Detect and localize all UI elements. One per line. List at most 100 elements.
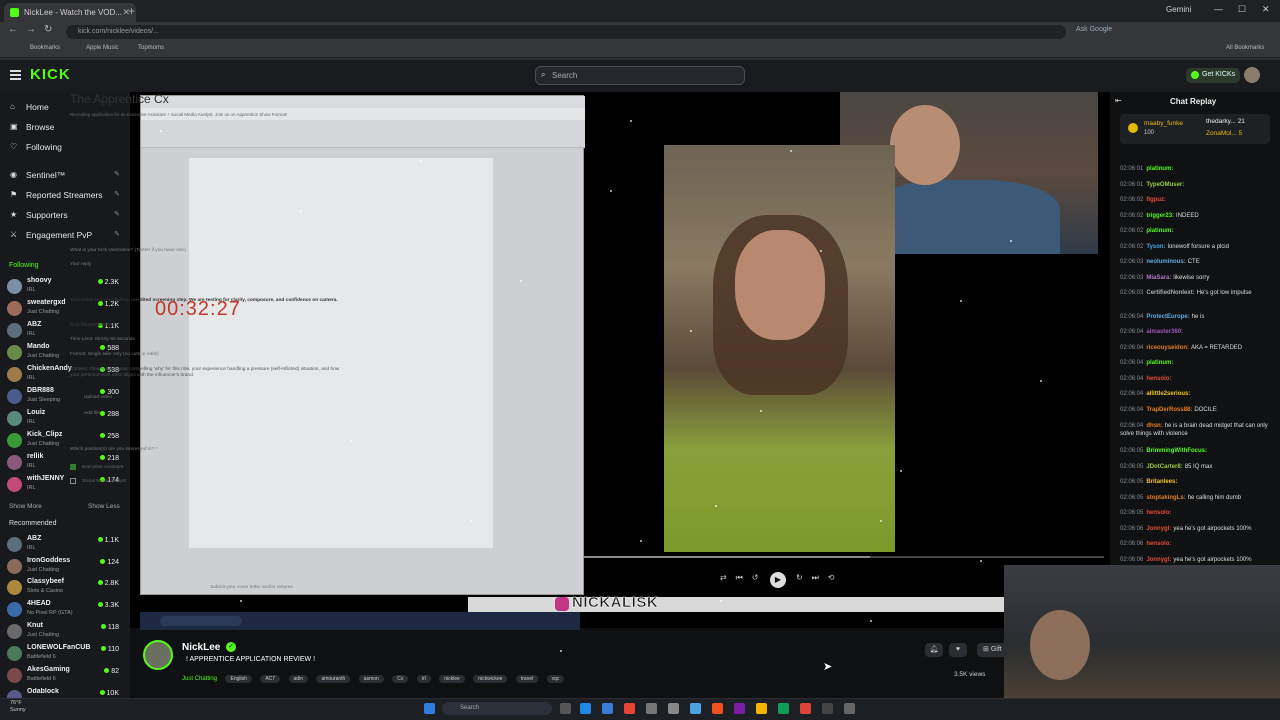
collapse-chat-icon[interactable]: ⇤	[1115, 96, 1122, 105]
tag[interactable]: adin	[288, 675, 308, 683]
follow-heart-button[interactable]: ♥	[949, 643, 967, 657]
chat-username[interactable]: stoptakingLs:	[1146, 495, 1185, 501]
previous-icon[interactable]: ⏮	[736, 573, 743, 582]
tag[interactable]: Cx	[392, 675, 409, 683]
sidebar-item-browse[interactable]: ▣ Browse	[10, 122, 54, 132]
recommended-channel[interactable]: LONEWOLFanCUB Battlefield 6 110	[7, 644, 123, 666]
recommended-channel[interactable]: Odablock 10K	[7, 688, 123, 698]
forward-icon[interactable]: ↻	[796, 573, 803, 582]
chat-username[interactable]: platinum:	[1146, 360, 1173, 366]
ask-google-button[interactable]: Ask Google	[1076, 26, 1112, 33]
chat-username[interactable]: figpuz:	[1146, 197, 1166, 203]
rewind-icon[interactable]: ↺	[752, 573, 759, 582]
close-window-icon[interactable]: ✕	[1262, 4, 1270, 15]
windows-start-icon[interactable]	[424, 703, 435, 714]
pin-icon[interactable]: ✎	[114, 190, 120, 198]
repeat-icon[interactable]: ⟲	[828, 573, 835, 582]
chat-username[interactable]: platinum:	[1146, 166, 1173, 172]
kick-logo[interactable]: KICK	[30, 66, 71, 83]
app-icon[interactable]	[668, 703, 679, 714]
chat-username[interactable]: hensolo:	[1146, 510, 1171, 516]
sidebar-item-sentinel[interactable]: ◉ Sentinel™ ✎	[10, 170, 120, 180]
chat-username[interactable]: Tyson:	[1146, 244, 1165, 250]
sidebar-item-following[interactable]: ♡ Following	[10, 142, 62, 152]
play-button[interactable]: ▶	[770, 572, 786, 588]
pin-icon[interactable]: ✎	[114, 230, 120, 238]
reload-icon[interactable]: ↻	[44, 24, 52, 35]
minimize-icon[interactable]: —	[1214, 4, 1223, 14]
weather-widget[interactable]: 76°F Sunny	[10, 700, 26, 714]
show-more-link[interactable]: Show More	[9, 503, 42, 510]
chat-username[interactable]: platinum:	[1146, 228, 1173, 234]
recommended-channel[interactable]: Classybeef Slots & Casino 2.8K	[7, 578, 123, 600]
tag[interactable]: irl	[416, 675, 431, 683]
chat-username[interactable]: hensolo:	[1146, 376, 1171, 382]
gemini-button[interactable]: Gemini	[1166, 5, 1191, 14]
app-icon[interactable]	[822, 703, 833, 714]
leaderboard-user[interactable]: ZonaMol... 5	[1206, 130, 1242, 137]
video-progress-bar[interactable]	[584, 556, 1104, 558]
chat-username[interactable]: Britanlees:	[1146, 479, 1177, 485]
chat-username[interactable]: Jonnygl:	[1146, 526, 1171, 532]
chat-username[interactable]: Jonnygl:	[1146, 557, 1171, 563]
chat-username[interactable]: hensolo:	[1146, 541, 1171, 547]
chat-username[interactable]: riceouyseidon:	[1146, 345, 1189, 351]
shuffle-icon[interactable]: ⇄	[720, 573, 727, 582]
user-avatar[interactable]	[1244, 67, 1260, 83]
chat-username[interactable]: aimaster360:	[1146, 329, 1183, 335]
chat-username[interactable]: trigger23:	[1146, 213, 1174, 219]
category-link[interactable]: Just Chatting	[182, 676, 217, 682]
tag[interactable]: AC7	[260, 675, 281, 683]
recommended-channel[interactable]: AkesGaming Battlefield 6 82	[7, 666, 123, 688]
app-icon[interactable]	[602, 703, 613, 714]
app-icon[interactable]	[800, 703, 811, 714]
recommended-channel[interactable]: Knut Just Chatting 118	[7, 622, 123, 644]
tag[interactable]: English	[225, 675, 252, 683]
chat-username[interactable]: dhsn:	[1146, 423, 1162, 429]
file-explorer-icon[interactable]	[756, 703, 767, 714]
task-view-icon[interactable]	[560, 703, 571, 714]
url-field[interactable]: kick.com/nicklee/videos/...	[66, 25, 1066, 39]
following-channel[interactable]: rellik IRL 218	[7, 453, 123, 475]
show-less-link[interactable]: Show Less	[88, 503, 120, 510]
sidebar-item-supporters[interactable]: ★ Supporters ✎	[10, 210, 120, 220]
chat-username[interactable]: neoluminous:	[1146, 259, 1185, 265]
chat-username[interactable]: allittle2serious:	[1146, 391, 1190, 397]
chat-username[interactable]: BrimmingWithFocus:	[1146, 448, 1207, 454]
chat-username[interactable]: TrapDerRoss88:	[1146, 407, 1192, 413]
chat-username[interactable]: JDotCarter8:	[1146, 464, 1182, 470]
tag[interactable]: travel	[515, 675, 539, 683]
channel-avatar[interactable]	[143, 640, 173, 670]
maximize-icon[interactable]: ☐	[1238, 4, 1246, 15]
tag[interactable]: nickwickee	[473, 675, 508, 683]
recommended-channel[interactable]: 4HEAD No Pixel RP (GTA) 3.3K	[7, 600, 123, 622]
chat-username[interactable]: ProtectEurope:	[1146, 314, 1189, 320]
sidebar-item-reported-streamers[interactable]: ⚑ Reported Streamers ✎	[10, 190, 120, 200]
app-icon[interactable]	[712, 703, 723, 714]
app-icon[interactable]	[778, 703, 789, 714]
new-tab-icon[interactable]: +	[128, 4, 135, 18]
bookmark-item[interactable]: Bookmarks	[30, 45, 60, 51]
hamburger-menu-icon[interactable]	[10, 70, 21, 80]
edge-icon[interactable]	[580, 703, 591, 714]
app-icon[interactable]	[690, 703, 701, 714]
sidebar-item-engagement-pvp[interactable]: ⚔ Engagement PvP ✎	[10, 230, 120, 240]
bookmark-item[interactable]: Apple Music	[86, 45, 119, 51]
search-input[interactable]: ⌕ Search	[535, 66, 745, 85]
browser-tab[interactable]: NickLee - Watch the VOD... ✕	[4, 3, 136, 22]
pin-icon[interactable]: ✎	[114, 170, 120, 178]
tag[interactable]: amouranth	[316, 675, 351, 683]
leaderboard-user[interactable]: maaby_funke	[1144, 120, 1183, 127]
sidebar-item-home[interactable]: ⌂ Home	[10, 102, 49, 112]
taskbar-search[interactable]: Search	[442, 702, 552, 715]
tag[interactable]: asmon	[358, 675, 384, 683]
pin-icon[interactable]: ✎	[114, 210, 120, 218]
app-icon[interactable]	[844, 703, 855, 714]
back-icon[interactable]: ←	[8, 24, 18, 35]
chat-username[interactable]: TypeOMuser:	[1146, 182, 1184, 188]
chat-username[interactable]: MiaSara:	[1146, 275, 1171, 281]
next-icon[interactable]: ⏭	[812, 573, 819, 582]
notification-bell-button[interactable]: 🔔︎	[925, 643, 943, 657]
bookmark-item[interactable]: Topmoms	[138, 45, 164, 51]
recommended-channel[interactable]: IronGoddess Just Chatting 124	[7, 557, 123, 579]
